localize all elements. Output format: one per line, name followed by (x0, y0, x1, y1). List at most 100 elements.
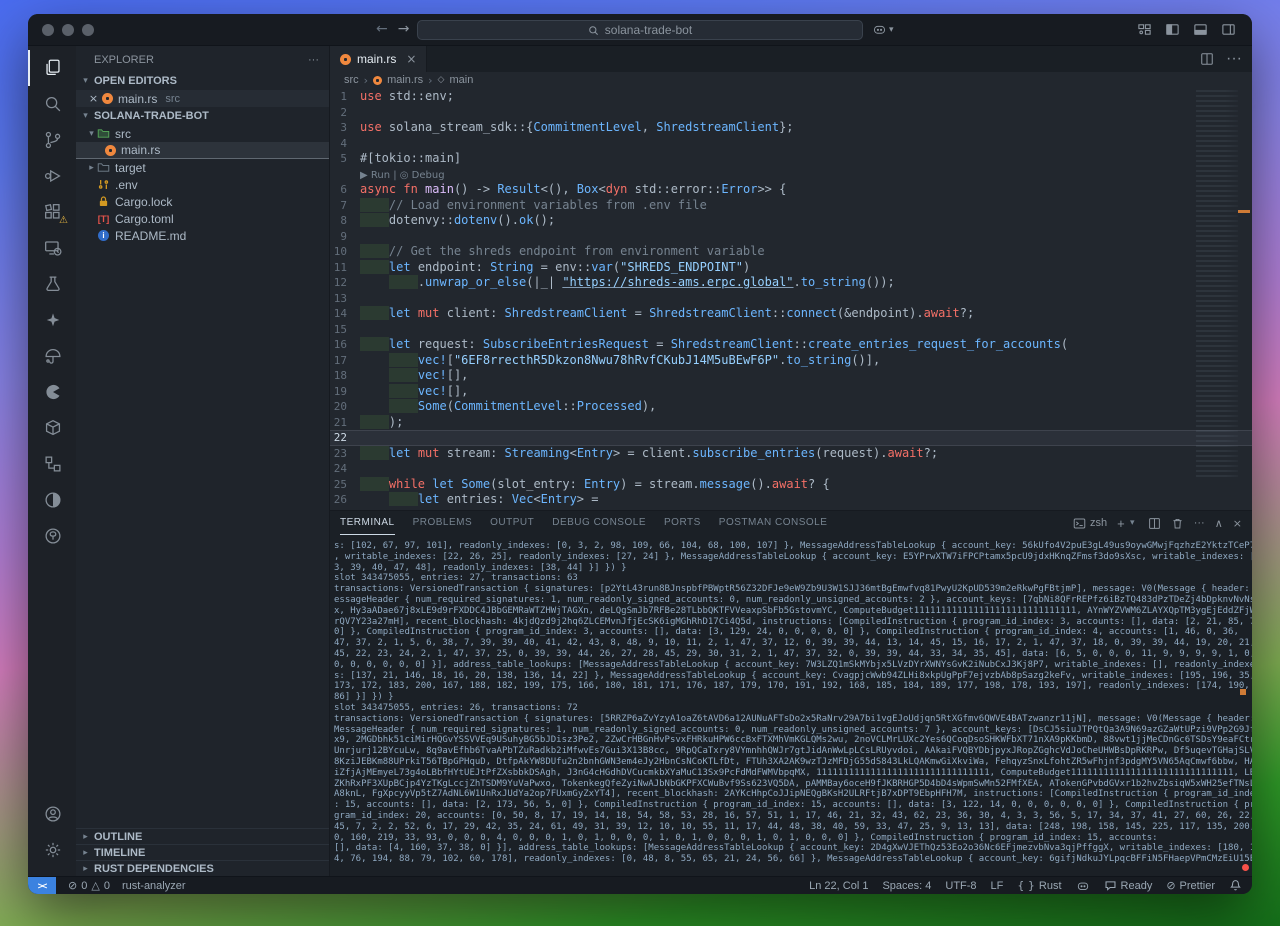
toggle-secondary-sidebar-icon[interactable] (1221, 22, 1236, 37)
code-line[interactable]: 6async fn main() -> Result<(), Box<dyn s… (330, 182, 1252, 198)
tab-main-rs[interactable]: main.rs × (330, 46, 427, 72)
panel-tab-output[interactable]: OUTPUT (490, 511, 534, 535)
traffic-lights[interactable] (42, 24, 94, 36)
code-line[interactable]: 9 (330, 229, 1252, 245)
terminal-output[interactable]: s: [102, 67, 97, 101], readonly_indexes:… (330, 535, 1252, 871)
close-panel-icon[interactable]: × (1233, 517, 1242, 530)
codelens-row[interactable]: ▶ Run | ◎ Debug (330, 167, 1252, 183)
breadcrumb-item[interactable]: main (449, 74, 473, 86)
code-editor[interactable]: 1use std::env;23use solana_stream_sdk::{… (330, 88, 1252, 510)
tree-item-cargo-lock[interactable]: Cargo.lock (76, 193, 329, 210)
notifications-button[interactable] (1229, 879, 1242, 892)
code-line[interactable]: 5#[tokio::main] (330, 151, 1252, 167)
panel-tab-debug-console[interactable]: DEBUG CONSOLE (552, 511, 646, 535)
language-server-status[interactable]: rust-analyzer (122, 880, 186, 892)
code-line[interactable]: 16 let request: SubscribeEntriesRequest … (330, 337, 1252, 353)
activity-gitlens[interactable] (28, 482, 76, 518)
code-line[interactable]: 23 let mut stream: Streaming<Entry> = cl… (330, 446, 1252, 462)
activity-search[interactable] (28, 86, 76, 122)
back-icon[interactable]: ← (376, 21, 388, 37)
breadcrumb-item[interactable]: src (344, 74, 359, 86)
copilot-menu[interactable]: ▾ (872, 22, 894, 37)
tree-item-src[interactable]: ▾src (76, 125, 329, 142)
breadcrumb[interactable]: src›main.rs›◇main (330, 72, 1252, 88)
customize-layout-icon[interactable] (1137, 22, 1152, 37)
section-timeline[interactable]: ▸TIMELINE (76, 844, 329, 860)
toggle-panel-icon[interactable] (1193, 22, 1208, 37)
explorer-more-actions[interactable]: ··· (308, 54, 319, 66)
tree-item-cargo-toml[interactable]: [T]Cargo.toml (76, 210, 329, 227)
command-center[interactable]: solana-trade-bot (417, 20, 863, 40)
copilot-status[interactable] (1076, 879, 1090, 893)
section-outline[interactable]: ▸OUTLINE (76, 828, 329, 844)
panel-more-actions-icon[interactable]: ··· (1194, 517, 1205, 529)
settings-button[interactable] (28, 832, 76, 868)
indentation-status[interactable]: Spaces: 4 (882, 880, 931, 892)
code-line[interactable]: 12 .unwrap_or_else(|_| "https://shreds-a… (330, 275, 1252, 291)
code-line[interactable]: 15 (330, 322, 1252, 338)
tree-item-main-rs[interactable]: main.rs (76, 142, 329, 159)
close-window-button[interactable] (42, 24, 54, 36)
code-line[interactable]: 25 while let Some(slot_entry: Entry) = s… (330, 477, 1252, 493)
code-line[interactable]: 7 // Load environment variables from .en… (330, 198, 1252, 214)
prettier-status[interactable]: ⊘ Prettier (1166, 879, 1215, 892)
open-editor-item[interactable]: × main.rs src (76, 90, 329, 107)
tree-item-target[interactable]: ▸target (76, 159, 329, 176)
code-line[interactable]: 4 (330, 136, 1252, 152)
remote-indicator[interactable]: >< (28, 877, 56, 895)
new-terminal-button[interactable]: +▾ (1117, 516, 1138, 531)
panel-tab-terminal[interactable]: TERMINAL (340, 511, 395, 535)
editor-more-actions-icon[interactable]: ··· (1226, 50, 1242, 68)
code-line[interactable]: 14 let mut client: ShredstreamClient = S… (330, 306, 1252, 322)
code-line[interactable]: 20 Some(CommitmentLevel::Processed), (330, 399, 1252, 415)
code-line[interactable]: 19 vec![], (330, 384, 1252, 400)
eol-status[interactable]: LF (991, 880, 1004, 892)
toggle-primary-sidebar-icon[interactable] (1165, 22, 1180, 37)
breadcrumb-item[interactable]: main.rs (387, 74, 423, 86)
run-debug-codelens[interactable]: ▶ Run | ◎ Debug (360, 170, 445, 181)
encoding-status[interactable]: UTF-8 (945, 880, 976, 892)
activity-explorer[interactable] (28, 50, 76, 86)
zoom-window-button[interactable] (82, 24, 94, 36)
code-line[interactable]: 22 (330, 430, 1252, 446)
close-tab-icon[interactable]: × (406, 52, 416, 66)
panel-tab-problems[interactable]: PROBLEMS (413, 511, 473, 535)
code-line[interactable]: 1use std::env; (330, 89, 1252, 105)
open-editors-header[interactable]: ▾ OPEN EDITORS (76, 72, 329, 90)
code-line[interactable]: 21 ); (330, 415, 1252, 431)
code-line[interactable]: 13 (330, 291, 1252, 307)
code-line[interactable]: 2 (330, 105, 1252, 121)
panel-tab-ports[interactable]: PORTS (664, 511, 701, 535)
tree-item-readme-md[interactable]: iREADME.md (76, 227, 329, 244)
minimap[interactable] (1196, 90, 1238, 480)
activity-extensions[interactable]: ⚠ (28, 194, 76, 230)
terminal-instance[interactable]: zsh (1073, 517, 1107, 530)
forward-icon[interactable]: → (398, 21, 410, 37)
code-line[interactable]: 8 dotenvy::dotenv().ok(); (330, 213, 1252, 229)
minimize-window-button[interactable] (62, 24, 74, 36)
code-line[interactable]: 11 let endpoint: String = env::var("SHRE… (330, 260, 1252, 276)
kill-terminal-icon[interactable] (1171, 517, 1184, 530)
maximize-panel-icon[interactable]: ∧ (1215, 517, 1223, 530)
code-line[interactable]: 17 vec!["6EF8rrecthR5Dkzon8Nwu78hRvfCKub… (330, 353, 1252, 369)
panel-tab-postman-console[interactable]: POSTMAN CONSOLE (719, 511, 828, 535)
code-line[interactable]: 18 vec![], (330, 368, 1252, 384)
tree-item--env[interactable]: .env (76, 176, 329, 193)
account-button[interactable] (28, 796, 76, 832)
code-line[interactable]: 10 // Get the shreds endpoint from envir… (330, 244, 1252, 260)
language-mode[interactable]: { }Rust (1017, 879, 1061, 892)
code-line[interactable]: 3use solana_stream_sdk::{CommitmentLevel… (330, 120, 1252, 136)
activity-remote-explorer[interactable] (28, 230, 76, 266)
close-editor-icon[interactable]: × (88, 92, 99, 105)
activity-run-debug[interactable] (28, 158, 76, 194)
activity-umbrella-extension[interactable] (28, 338, 76, 374)
activity-testing[interactable] (28, 266, 76, 302)
split-terminal-icon[interactable] (1148, 517, 1161, 530)
activity-github[interactable] (28, 518, 76, 554)
activity-copilot-chat[interactable] (28, 302, 76, 338)
rust-analyzer-status[interactable]: Ready (1104, 879, 1153, 892)
cursor-position[interactable]: Ln 22, Col 1 (809, 880, 868, 892)
code-line[interactable]: 26 let entries: Vec<Entry> = (330, 492, 1252, 508)
project-section-header[interactable]: ▾ SOLANA-TRADE-BOT (76, 107, 329, 125)
problems-status[interactable]: ⊘ 0 △ 0 (68, 879, 110, 892)
